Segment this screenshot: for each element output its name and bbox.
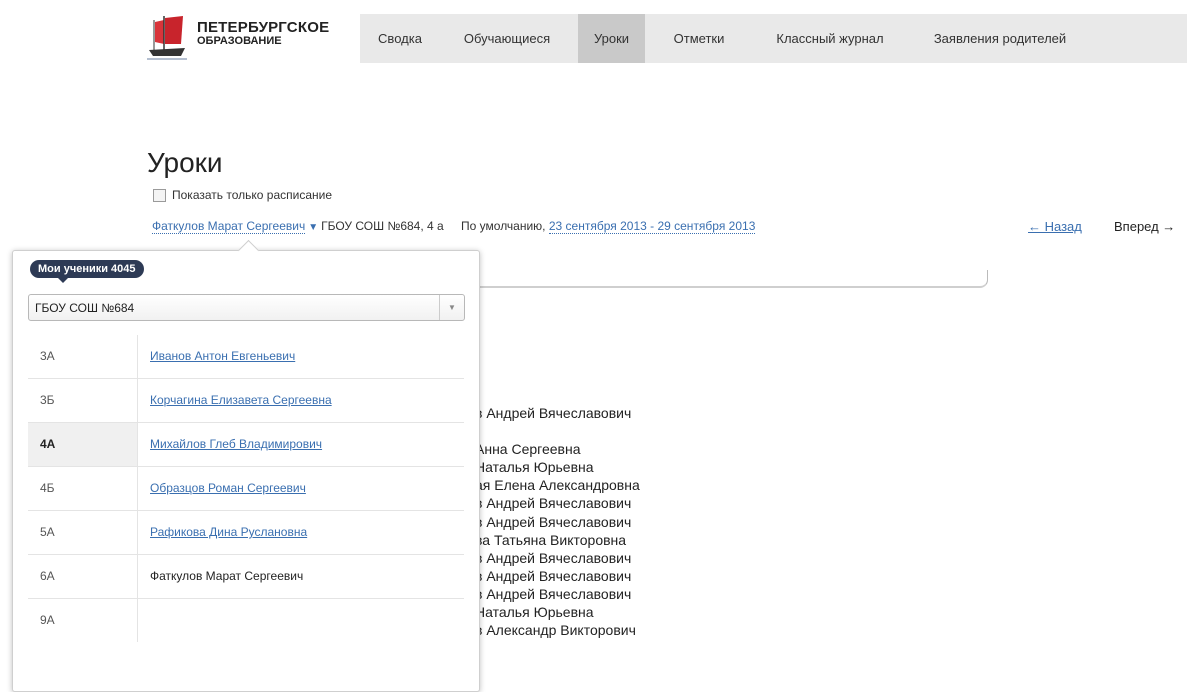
list-item: в Андрей Вячеславович: [475, 495, 632, 512]
list-item: Анна Сергеевна: [475, 441, 581, 458]
list-item: [475, 422, 640, 440]
table-row: 9А: [28, 599, 464, 642]
default-label: По умолчанию,: [461, 219, 546, 233]
table-row: 4А Михайлов Глеб Владимирович: [28, 423, 464, 467]
nav-item-parent-applications[interactable]: Заявления родителей: [920, 14, 1080, 63]
class-cell[interactable]: 6А: [28, 555, 138, 598]
table-row: 6А Фаткулов Марат Сергеевич: [28, 555, 464, 599]
student-link[interactable]: Рафикова Дина Руслановна: [150, 525, 307, 539]
table-row: 4Б Образцов Роман Сергеевич: [28, 467, 464, 511]
student-name-current: Фаткулов Марат Сергеевич: [150, 569, 304, 583]
table-row: 3А Иванов Антон Евгеньевич: [28, 335, 464, 379]
date-range-link[interactable]: 23 сентября 2013 - 29 сентября 2013: [548, 219, 756, 234]
list-item: в Андрей Вячеславович: [475, 567, 632, 584]
school-class-label: ГБОУ СОШ №684, 4 а: [321, 219, 444, 233]
list-item: в Андрей Вячеславович: [475, 405, 632, 421]
prev-week-link[interactable]: ← Назад: [1028, 219, 1082, 234]
table-row: 5А Рафикова Дина Руслановна: [28, 511, 464, 555]
list-item: в Андрей Вячеславович: [475, 585, 632, 602]
student-link[interactable]: Корчагина Елизавета Сергеевна: [150, 393, 332, 407]
schedule-only-label: Показать только расписание: [172, 188, 332, 202]
caret-down-icon[interactable]: ▼: [308, 222, 318, 233]
school-select[interactable]: ГБОУ СОШ №684 ▼: [28, 294, 465, 321]
class-cell[interactable]: 3Б: [28, 379, 138, 422]
list-item: ая Елена Александровна: [475, 477, 640, 494]
logo[interactable]: ПЕТЕРБУРГСКОЕ ОБРАЗОВАНИЕ: [147, 14, 347, 62]
class-cell[interactable]: 5А: [28, 511, 138, 554]
filter-row: Фаткулов Марат Сергеевич ▼ ГБОУ СОШ №684, …: [152, 219, 756, 234]
list-item: ва Татьяна Викторовна: [475, 531, 627, 548]
popup-arrow: [237, 239, 260, 262]
next-week-button[interactable]: Вперед →: [1114, 219, 1175, 234]
table-row: 3Б Корчагина Елизавета Сергеевна: [28, 379, 464, 423]
main-nav: Сводка Обучающиеся Уроки Отметки Классны…: [360, 14, 1187, 63]
class-cell[interactable]: 4Б: [28, 467, 138, 510]
dropdown-arrow-icon[interactable]: ▼: [439, 295, 464, 320]
list-item: Наталья Юрьевна: [475, 459, 594, 476]
prev-week: ← Назад: [1028, 219, 1082, 234]
student-link[interactable]: Образцов Роман Сергеевич: [150, 481, 306, 495]
my-students-popup: Мои ученики 4045 ГБОУ СОШ №684 ▼ 3А Иван…: [12, 239, 480, 692]
list-item: в Александр Викторович: [475, 622, 636, 639]
nav-item-class-journal[interactable]: Классный журнал: [760, 14, 900, 63]
ship-logo-icon: [147, 16, 187, 60]
student-link[interactable]: Михайлов Глеб Владимирович: [150, 437, 322, 451]
class-cell-active[interactable]: 4А: [28, 423, 138, 466]
list-item: Наталья Юрьевна: [475, 604, 594, 621]
school-select-value: ГБОУ СОШ №684: [35, 301, 135, 315]
lesson-teacher-list: в Андрей Вячеславович Анна Сергеевна Нат…: [475, 404, 640, 639]
list-item: в Андрей Вячеславович: [475, 549, 632, 566]
teacher-select-link[interactable]: Фаткулов Марат Сергеевич: [152, 219, 306, 234]
schedule-only-toggle[interactable]: Показать только расписание: [153, 188, 332, 202]
nav-item-summary[interactable]: Сводка: [360, 14, 440, 63]
list-item: в Андрей Вячеславович: [475, 513, 632, 530]
logo-line-1: ПЕТЕРБУРГСКОЕ: [197, 19, 330, 36]
students-count-badge: Мои ученики 4045: [30, 260, 144, 278]
nav-item-students[interactable]: Обучающиеся: [452, 14, 562, 63]
panel-divider: [475, 270, 988, 288]
logo-line-2: ОБРАЗОВАНИЕ: [197, 35, 282, 47]
student-link[interactable]: Иванов Антон Евгеньевич: [150, 349, 295, 363]
page-title: Уроки: [147, 146, 223, 178]
badge-tail: [58, 278, 68, 283]
nav-item-marks[interactable]: Отметки: [660, 14, 738, 63]
class-student-table: 3А Иванов Антон Евгеньевич 3Б Корчагина …: [28, 335, 464, 642]
nav-item-lessons[interactable]: Уроки: [578, 14, 645, 63]
class-cell[interactable]: 3А: [28, 335, 138, 378]
class-cell[interactable]: 9А: [28, 599, 138, 642]
schedule-only-checkbox[interactable]: [153, 188, 166, 202]
